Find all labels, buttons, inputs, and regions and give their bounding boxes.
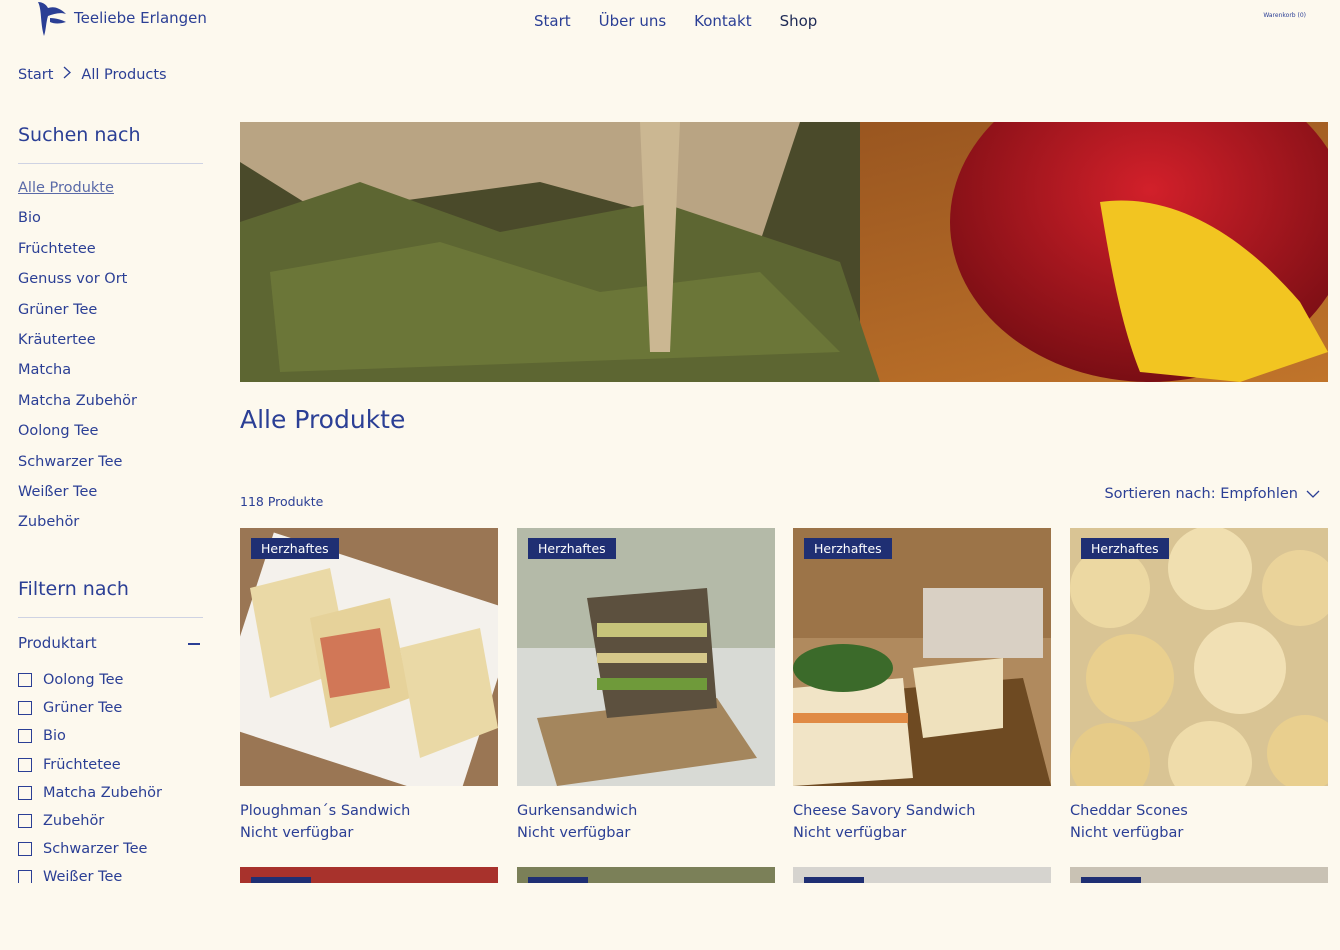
- category-matcha-zubehoer[interactable]: Matcha Zubehör: [18, 391, 137, 421]
- filter-heading: Filtern nach: [18, 578, 129, 600]
- filter-option-label: Schwarzer Tee: [43, 841, 148, 858]
- checkbox[interactable]: [18, 673, 32, 688]
- checkbox[interactable]: [18, 729, 32, 744]
- category-gruener-tee[interactable]: Grüner Tee: [18, 300, 137, 330]
- brand-name: Teeliebe Erlangen: [74, 9, 207, 27]
- product-card[interactable]: Herzhaftes Cheddar Scones Nicht verfügba…: [1070, 528, 1328, 841]
- product-card[interactable]: Herzhaftes Ploughman´s Sandwich Nicht ve…: [240, 528, 498, 841]
- filter-option[interactable]: Matcha Zubehör: [18, 779, 162, 807]
- nav-start[interactable]: Start: [534, 12, 571, 30]
- product-card-partial[interactable]: [240, 867, 498, 883]
- category-list: Alle Produkte Bio Früchtetee Genuss vor …: [18, 178, 137, 543]
- product-name[interactable]: Cheddar Scones: [1070, 803, 1328, 819]
- filter-option-label: Bio: [43, 728, 66, 745]
- product-card[interactable]: Herzhaftes Gurkensandwich Nicht verfügba…: [517, 528, 775, 841]
- product-card[interactable]: Herzhaftes Cheese Savory Sandwich Nicht …: [793, 528, 1051, 841]
- filter-option[interactable]: Bio: [18, 722, 162, 750]
- nav-kontakt[interactable]: Kontakt: [694, 12, 751, 30]
- page-bottom: [0, 883, 1340, 950]
- main-nav: Start Über uns Kontakt Shop: [534, 12, 845, 30]
- product-name[interactable]: Gurkensandwich: [517, 803, 775, 819]
- product-card-partial[interactable]: [793, 867, 1051, 883]
- filter-group-label: Produktart: [18, 634, 97, 652]
- filter-option[interactable]: Schwarzer Tee: [18, 835, 162, 863]
- filter-option-label: Matcha Zubehör: [43, 784, 163, 801]
- page-title: Alle Produkte: [240, 405, 406, 434]
- category-matcha[interactable]: Matcha: [18, 360, 137, 390]
- breadcrumb-start[interactable]: Start: [18, 67, 53, 83]
- checkbox[interactable]: [18, 842, 32, 857]
- product-status: Nicht verfügbar: [240, 825, 354, 841]
- category-weisser-tee[interactable]: Weißer Tee: [18, 482, 137, 512]
- checkbox[interactable]: [18, 814, 32, 829]
- filter-option-label: Früchtetee: [43, 756, 121, 773]
- product-count: 118 Produkte: [240, 494, 324, 509]
- breadcrumb: Start All Products: [18, 66, 167, 83]
- filter-option[interactable]: Oolong Tee: [18, 666, 162, 694]
- category-bio[interactable]: Bio: [18, 208, 137, 238]
- divider: [18, 163, 203, 164]
- category-badge: Herzhaftes: [1081, 538, 1169, 559]
- filter-option[interactable]: Zubehör: [18, 807, 162, 835]
- category-badge: Herzhaftes: [804, 538, 892, 559]
- filter-option-label: Zubehör: [43, 813, 105, 830]
- product-image[interactable]: Herzhaftes: [793, 528, 1051, 786]
- sort-dropdown[interactable]: Sortieren nach: Empfohlen: [1104, 486, 1320, 502]
- category-schwarzer-tee[interactable]: Schwarzer Tee: [18, 452, 137, 482]
- checkbox[interactable]: [18, 757, 32, 772]
- filter-option[interactable]: Grüner Tee: [18, 694, 162, 722]
- brand-logo[interactable]: Teeliebe Erlangen: [34, 0, 207, 40]
- nav-shop[interactable]: Shop: [780, 12, 818, 30]
- filter-option-label: Grüner Tee: [43, 700, 123, 717]
- product-image[interactable]: Herzhaftes: [240, 528, 498, 786]
- checkbox[interactable]: [18, 785, 32, 800]
- category-badge: Herzhaftes: [251, 538, 339, 559]
- filter-option[interactable]: Früchtetee: [18, 751, 162, 779]
- product-card-partial[interactable]: [1070, 867, 1328, 883]
- hero-banner-image: [240, 122, 1328, 382]
- product-card-partial[interactable]: [517, 867, 775, 883]
- filter-options: Oolong Tee Grüner Tee Bio Früchtetee Mat…: [18, 666, 162, 892]
- product-image[interactable]: Herzhaftes: [1070, 528, 1328, 786]
- bird-logo-icon: [38, 2, 66, 36]
- chevron-down-icon: [1306, 490, 1320, 498]
- category-oolong-tee[interactable]: Oolong Tee: [18, 421, 137, 451]
- divider: [18, 617, 203, 618]
- collapse-minus-icon[interactable]: [188, 643, 200, 645]
- chevron-right-icon: [63, 66, 72, 83]
- category-kraeutertee[interactable]: Kräutertee: [18, 330, 137, 360]
- breadcrumb-current[interactable]: All Products: [81, 67, 166, 83]
- search-heading: Suchen nach: [18, 124, 141, 146]
- sort-label: Sortieren nach: Empfohlen: [1104, 486, 1298, 502]
- product-status: Nicht verfügbar: [517, 825, 631, 841]
- category-genuss-vor-ort[interactable]: Genuss vor Ort: [18, 269, 137, 299]
- category-badge: Herzhaftes: [528, 538, 616, 559]
- category-zubehoer[interactable]: Zubehör: [18, 512, 137, 542]
- product-name[interactable]: Cheese Savory Sandwich: [793, 803, 1051, 819]
- cart-link[interactable]: Warenkorb (0): [1263, 12, 1306, 19]
- checkbox[interactable]: [18, 701, 32, 716]
- product-name[interactable]: Ploughman´s Sandwich: [240, 803, 498, 819]
- category-fruechtetee[interactable]: Früchtetee: [18, 239, 137, 269]
- product-status: Nicht verfügbar: [1070, 825, 1184, 841]
- nav-ueber-uns[interactable]: Über uns: [599, 12, 667, 30]
- filter-option-label: Oolong Tee: [43, 672, 124, 689]
- product-image[interactable]: Herzhaftes: [517, 528, 775, 786]
- product-status: Nicht verfügbar: [793, 825, 907, 841]
- filter-group-toggle[interactable]: Produktart: [18, 634, 203, 652]
- category-alle-produkte[interactable]: Alle Produkte: [18, 178, 137, 208]
